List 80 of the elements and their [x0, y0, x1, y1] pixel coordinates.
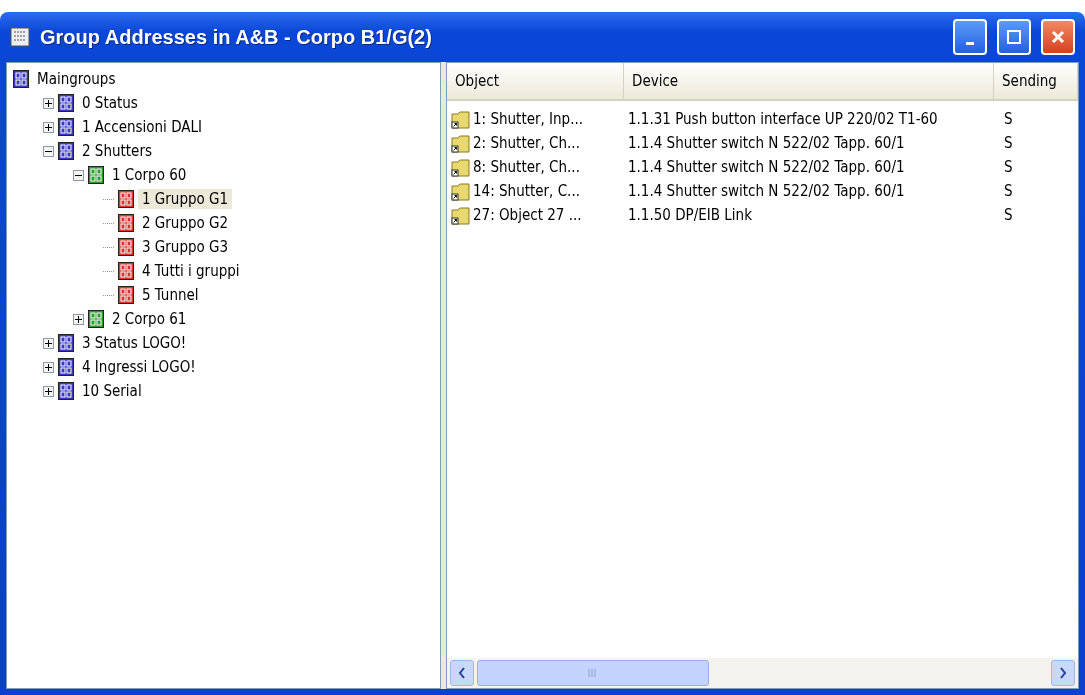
plus-icon: [45, 363, 52, 371]
table-cell: 27: Object 27 ...: [473, 206, 582, 224]
maximize-button[interactable]: [997, 19, 1031, 55]
tree-item[interactable]: 0 Status: [78, 93, 142, 113]
scroll-left-button[interactable]: [450, 660, 474, 686]
plus-icon: [45, 387, 52, 395]
expand-button[interactable]: [73, 313, 84, 325]
tree-item[interactable]: 3 Gruppo G3: [138, 237, 233, 257]
table-cell: 14: Shutter, C...: [473, 182, 580, 200]
group-icon: [58, 118, 74, 136]
horizontal-scrollbar[interactable]: [447, 658, 1078, 688]
group-icon: [58, 382, 74, 400]
group-icon: [58, 334, 74, 352]
group-icon: [118, 214, 134, 232]
table-cell-text: 1.1.50 DP/EIB Link: [627, 206, 753, 224]
scroll-thumb[interactable]: [477, 660, 709, 686]
table-cell-text: S: [1003, 134, 1013, 152]
table-cell-text: S: [1003, 158, 1013, 176]
tree-item[interactable]: 3 Status LOGO!: [78, 333, 191, 353]
table-cell-text: S: [1003, 206, 1013, 224]
tree-item[interactable]: 4 Tutti i gruppi: [138, 261, 244, 281]
folder-shortcut-icon: [451, 181, 471, 201]
tree-item[interactable]: 5 Tunnel: [138, 285, 203, 305]
group-icon: [118, 286, 134, 304]
expand-button[interactable]: [43, 337, 54, 349]
maximize-icon: [1007, 30, 1021, 44]
collapse-button[interactable]: [43, 145, 54, 157]
table-cell-text: 1.1.4 Shutter switch N 522/02 Tapp. 60/1: [627, 158, 906, 176]
table-cell-text: S: [1003, 182, 1013, 200]
plus-icon: [45, 339, 52, 347]
folder-shortcut-icon: [451, 109, 471, 129]
tree-item[interactable]: 2 Shutters: [78, 141, 156, 161]
folder-shortcut-icon: [451, 205, 471, 225]
table-cell-text: 1.1.31 Push button interface UP 220/02 T1-60: [627, 110, 939, 128]
grip-icon: [588, 669, 598, 677]
tree-item[interactable]: 1 Gruppo G1: [138, 189, 233, 209]
group-icon: [58, 358, 74, 376]
group-icon: [118, 190, 134, 208]
plus-icon: [75, 315, 82, 323]
group-icon: [88, 310, 104, 328]
tree-item[interactable]: 4 Ingressi LOGO!: [78, 357, 200, 377]
tree-item[interactable]: 2 Gruppo G2: [138, 213, 233, 233]
window-title: Group Addresses in A&B - Corpo B1/G(2): [40, 25, 433, 49]
group-icon: [58, 94, 74, 112]
table-cell-text: 1.1.4 Shutter switch N 522/02 Tapp. 60/1: [627, 134, 906, 152]
table-cell: 8: Shutter, Ch...: [473, 158, 580, 176]
table-cell: 1: Shutter, Inp...: [473, 110, 584, 128]
group-icon: [13, 70, 29, 88]
tree-item[interactable]: Maingroups: [33, 69, 120, 89]
tree-item[interactable]: 2 Corpo 61: [108, 309, 191, 329]
collapse-button[interactable]: [73, 169, 84, 181]
column-header[interactable]: Sending: [994, 63, 1078, 99]
minimize-button[interactable]: [953, 19, 987, 55]
folder-shortcut-icon: [451, 157, 471, 177]
expand-button[interactable]: [43, 361, 54, 373]
chevron-right-icon: [1059, 667, 1067, 679]
window-icon: [10, 27, 30, 47]
close-icon: [1051, 30, 1065, 44]
tree-item[interactable]: 1 Corpo 60: [108, 165, 191, 185]
group-icon: [118, 262, 134, 280]
column-header[interactable]: Object: [447, 63, 624, 99]
table-cell-text: 1.1.4 Shutter switch N 522/02 Tapp. 60/1: [627, 182, 906, 200]
tree-item[interactable]: 10 Serial: [78, 381, 146, 401]
plus-icon: [45, 99, 52, 107]
expand-button[interactable]: [43, 385, 54, 397]
chevron-left-icon: [458, 667, 466, 679]
column-header[interactable]: Device: [624, 63, 994, 99]
minimize-icon: [966, 41, 974, 45]
tree-item[interactable]: 1 Accensioni DALI: [78, 117, 206, 137]
close-button[interactable]: [1041, 19, 1075, 55]
table-cell-text: S: [1003, 110, 1013, 128]
table-cell: 2: Shutter, Ch...: [473, 134, 580, 152]
group-icon: [88, 166, 104, 184]
folder-shortcut-icon: [451, 133, 471, 153]
scroll-right-button[interactable]: [1051, 660, 1075, 686]
group-icon: [58, 142, 74, 160]
plus-icon: [45, 123, 52, 131]
group-icon: [118, 238, 134, 256]
expand-button[interactable]: [43, 121, 54, 133]
expand-button[interactable]: [43, 97, 54, 109]
